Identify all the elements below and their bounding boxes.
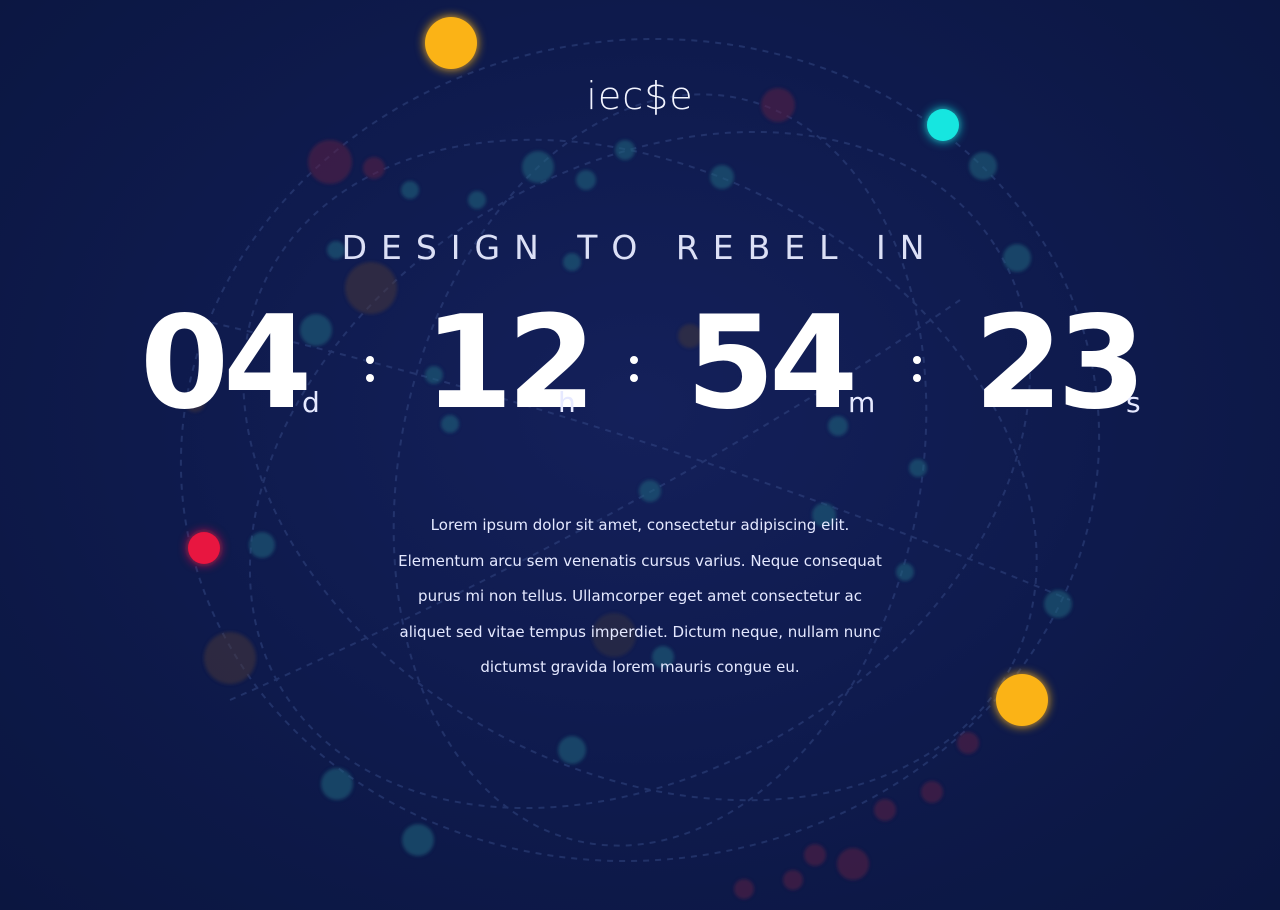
orbit-background: [179, 17, 1101, 899]
minutes-suffix: m: [848, 386, 876, 419]
countdown-headline: DESIGN TO REBEL IN: [341, 228, 939, 267]
countdown-timer: 04 d 12 h 54 m 23 s: [0, 300, 1280, 440]
days-suffix: d: [302, 386, 320, 419]
separator-colon-2: [630, 350, 638, 390]
hours-suffix: h: [558, 386, 576, 419]
minutes-value: 54: [686, 289, 858, 438]
days-value: 04: [140, 289, 312, 438]
description-text: Lorem ipsum dolor sit amet, consectetur …: [398, 516, 882, 676]
seconds-suffix: s: [1126, 386, 1141, 419]
seconds-value: 23: [974, 289, 1146, 438]
separator-colon-1: [366, 350, 374, 390]
separator-colon-3: [913, 350, 921, 390]
brand-logo: iec$e: [586, 74, 694, 118]
